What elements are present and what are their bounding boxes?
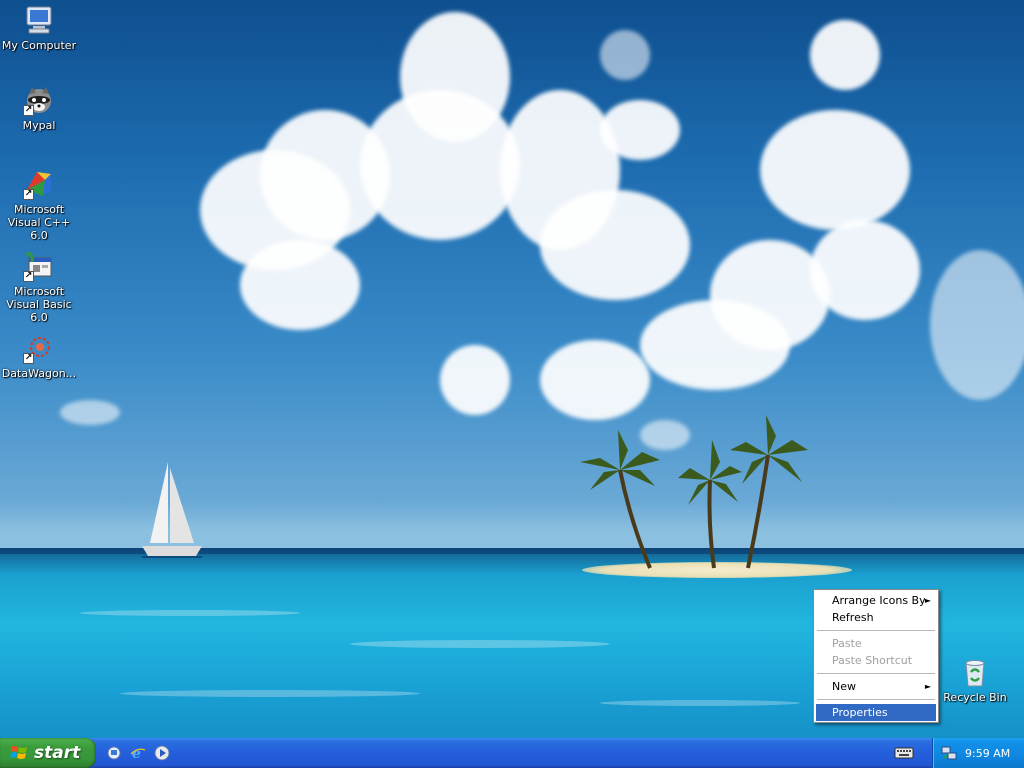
menu-item-label: New	[832, 680, 856, 693]
system-tray: 9:59 AM	[932, 738, 1024, 768]
menu-item-label: Properties	[832, 706, 888, 719]
menu-item-label: Refresh	[832, 611, 874, 624]
menu-separator	[817, 630, 935, 631]
my-computer-icon	[26, 6, 52, 34]
menu-separator	[817, 699, 935, 700]
sailboat	[142, 462, 202, 558]
submenu-arrow-icon: ►	[924, 596, 931, 605]
svg-text:e: e	[132, 746, 141, 761]
desktop-icon-label: My Computer	[1, 39, 77, 52]
menu-item-arrange-icons-by[interactable]: Arrange Icons By ►	[816, 592, 936, 609]
shortcut-arrow-icon: ↗	[23, 353, 34, 364]
desktop-icon-label: Mypal	[22, 119, 56, 132]
desktop-icon-label: Microsoft Visual Basic 6.0	[6, 285, 72, 324]
desktop-icon-datawagon[interactable]: ↗ DataWagon...	[0, 332, 78, 380]
start-label: start	[34, 743, 81, 763]
shortcut-arrow-icon: ↗	[23, 189, 34, 200]
show-desktop-icon[interactable]	[104, 743, 124, 763]
menu-item-label: Paste Shortcut	[832, 654, 913, 667]
start-button[interactable]: start	[0, 738, 96, 768]
menu-item-paste-shortcut: Paste Shortcut	[816, 652, 936, 669]
desktop-icon-my-computer[interactable]: My Computer	[0, 4, 78, 52]
desktop-icon-label: DataWagon...	[1, 367, 77, 380]
desktop-context-menu: Arrange Icons By ► Refresh Paste Paste S…	[813, 589, 939, 723]
quick-launch-bar: e	[104, 743, 172, 763]
desktop[interactable]: My Computer ↗ Mypal ↗ Microsoft Visual C…	[0, 0, 1024, 738]
submenu-arrow-icon: ►	[924, 682, 931, 691]
desktop-icon-visual-basic[interactable]: ↗ Microsoft Visual Basic 6.0	[0, 250, 78, 324]
desktop-icon-mypal[interactable]: ↗ Mypal	[0, 84, 78, 132]
media-player-icon[interactable]	[152, 743, 172, 763]
taskbar: start e 9:59 AM	[0, 738, 1024, 768]
menu-item-refresh[interactable]: Refresh	[816, 609, 936, 626]
desktop-icon-label: Microsoft Visual C++ 6.0	[7, 203, 71, 242]
clock[interactable]: 9:59 AM	[965, 747, 1010, 760]
menu-item-label: Paste	[832, 637, 862, 650]
menu-item-paste: Paste	[816, 635, 936, 652]
windows-logo-icon	[10, 746, 27, 759]
desktop-icon-recycle-bin[interactable]: Recycle Bin	[936, 656, 1014, 704]
shortcut-arrow-icon: ↗	[23, 271, 34, 282]
menu-separator	[817, 673, 935, 674]
network-icon[interactable]	[941, 745, 957, 761]
menu-item-new[interactable]: New ►	[816, 678, 936, 695]
desktop-icon-visual-cpp[interactable]: ↗ Microsoft Visual C++ 6.0	[0, 168, 78, 242]
palm-trees	[580, 415, 808, 569]
recycle-bin-icon	[965, 660, 985, 687]
menu-item-label: Arrange Icons By	[832, 594, 926, 607]
menu-item-properties[interactable]: Properties	[816, 704, 936, 721]
internet-explorer-icon[interactable]: e	[128, 743, 148, 763]
desktop-icon-label: Recycle Bin	[943, 691, 1007, 704]
keyboard-icon[interactable]	[894, 745, 914, 761]
shortcut-arrow-icon: ↗	[23, 105, 34, 116]
